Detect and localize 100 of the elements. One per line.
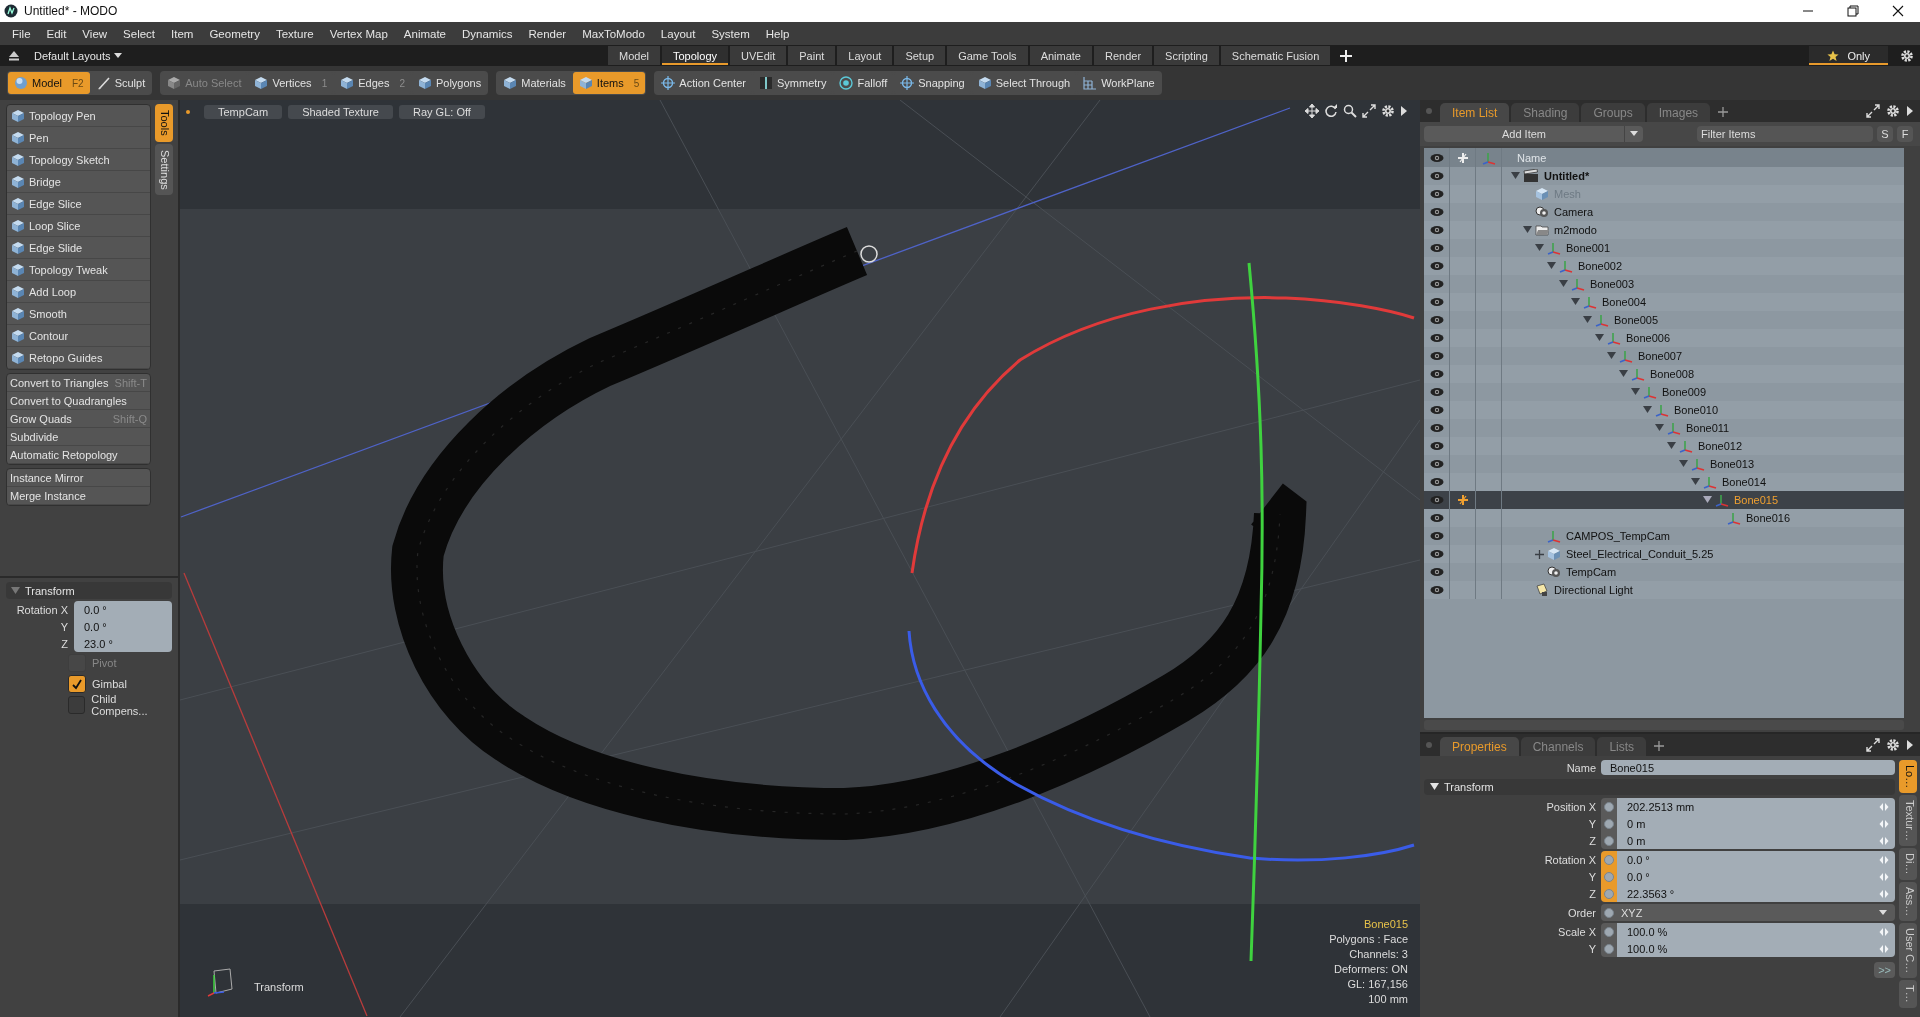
tree-row[interactable]: m2modo: [1424, 221, 1904, 239]
expand-plus-icon[interactable]: [1534, 549, 1544, 559]
tool-item[interactable]: Topology Pen: [7, 105, 150, 127]
layout-tab[interactable]: Setup: [894, 46, 946, 65]
value-field[interactable]: 100.0 %: [1617, 940, 1895, 957]
tool-item[interactable]: Retopo Guides: [7, 347, 150, 369]
tool-item[interactable]: Add Loop: [7, 281, 150, 303]
viewport-option-button[interactable]: Ray GL: Off: [399, 105, 485, 119]
keyframe-toggle[interactable]: [1601, 798, 1617, 815]
panel-menu-dot[interactable]: [1426, 108, 1432, 114]
eye-icon[interactable]: [1429, 351, 1444, 361]
keyframe-toggle[interactable]: [1601, 940, 1617, 957]
layout-dropdown[interactable]: Default Layouts: [34, 49, 123, 62]
eye-icon[interactable]: [1429, 549, 1444, 559]
layout-tab[interactable]: Scripting: [1154, 46, 1219, 65]
eye-icon[interactable]: [1429, 495, 1444, 505]
keyframe-toggle[interactable]: [1601, 904, 1617, 921]
rotation-field[interactable]: 0.0 °: [74, 618, 172, 635]
add-item-button[interactable]: Add Item: [1424, 126, 1624, 142]
tree-row[interactable]: Bone016: [1424, 509, 1904, 527]
eye-icon[interactable]: [1429, 477, 1444, 487]
tree-row[interactable]: Bone002: [1424, 257, 1904, 275]
rotation-gizmo-drawing[interactable]: [907, 262, 1415, 962]
side-tab[interactable]: Tools: [155, 104, 173, 142]
menu-item[interactable]: View: [74, 27, 116, 40]
expand-arrow-icon[interactable]: [1906, 739, 1914, 751]
menu-item[interactable]: MaxToModo: [574, 27, 653, 40]
keyframe-toggle[interactable]: [1601, 885, 1617, 902]
tool-item[interactable]: Smooth: [7, 303, 150, 325]
tool-item[interactable]: Pen: [7, 127, 150, 149]
keyframe-toggle[interactable]: [1601, 851, 1617, 868]
collapse-triangle-icon[interactable]: [1430, 783, 1439, 791]
menu-item[interactable]: Render: [520, 27, 575, 40]
eye-icon[interactable]: [1429, 279, 1444, 289]
rotate-icon[interactable]: [1324, 104, 1338, 118]
only-button[interactable]: Only: [1809, 46, 1888, 65]
tree-row[interactable]: Directional Light: [1424, 581, 1904, 599]
tool-item[interactable]: Merge Instance: [7, 487, 150, 505]
maximize-icon[interactable]: [1362, 104, 1376, 118]
tree-row[interactable]: Bone004: [1424, 293, 1904, 311]
value-field[interactable]: 202.2513 mm: [1617, 798, 1895, 815]
side-tab[interactable]: Textur…: [1899, 795, 1917, 847]
tree-row[interactable]: Bone015: [1424, 491, 1904, 509]
tree-row[interactable]: Bone010: [1424, 401, 1904, 419]
collapse-triangle-icon[interactable]: [1642, 406, 1652, 414]
eye-icon[interactable]: [1429, 531, 1444, 541]
collapse-triangle-icon[interactable]: [1570, 298, 1580, 306]
value-field[interactable]: 0 m: [1617, 815, 1895, 832]
tree-row[interactable]: Steel_Electrical_Conduit_5.25: [1424, 545, 1904, 563]
layout-tab[interactable]: Schematic Fusion: [1220, 46, 1331, 65]
eye-icon[interactable]: [1429, 297, 1444, 307]
layout-tab[interactable]: Layout: [837, 46, 893, 65]
tool-item[interactable]: Topology Sketch: [7, 149, 150, 171]
value-field[interactable]: 0.0 °: [1617, 851, 1895, 868]
layout-tab[interactable]: Topology: [661, 46, 728, 65]
panel-tab[interactable]: Properties: [1440, 737, 1519, 756]
eye-icon[interactable]: [1429, 369, 1444, 379]
menu-item[interactable]: Geometry: [201, 27, 268, 40]
viewport-option-button[interactable]: Shaded Texture: [288, 105, 393, 119]
filter-option-button[interactable]: S: [1877, 126, 1893, 142]
maximize-icon[interactable]: [1866, 738, 1880, 752]
name-field[interactable]: Bone015: [1601, 760, 1895, 775]
eye-icon[interactable]: [1429, 207, 1444, 217]
settings-icon[interactable]: [1886, 738, 1900, 752]
collapse-triangle-icon[interactable]: [1594, 334, 1604, 342]
collapse-triangle-icon[interactable]: [1546, 262, 1556, 270]
eye-icon[interactable]: [1429, 405, 1444, 415]
side-tab[interactable]: Settings: [155, 143, 173, 196]
toolbar-button[interactable]: Items 5: [572, 72, 646, 94]
menu-item[interactable]: Vertex Map: [321, 27, 396, 40]
tool-item[interactable]: Edge Slice: [7, 193, 150, 215]
menu-item[interactable]: Dynamics: [454, 27, 521, 40]
search-icon[interactable]: [1343, 104, 1357, 118]
eye-icon[interactable]: [1429, 225, 1444, 235]
tree-row[interactable]: Bone008: [1424, 365, 1904, 383]
value-field[interactable]: 0.0 °: [1617, 868, 1895, 885]
restore-icon[interactable]: [1846, 5, 1859, 17]
add-item-dropdown[interactable]: [1624, 126, 1643, 142]
layout-tab[interactable]: Paint: [788, 46, 836, 65]
rotation-field[interactable]: 23.0 °: [74, 635, 172, 652]
toolbar-button[interactable]: Model F2: [8, 72, 90, 94]
collapse-triangle-icon[interactable]: [1690, 478, 1700, 486]
menu-item[interactable]: Edit: [38, 27, 75, 40]
side-tab[interactable]: Ass…: [1899, 881, 1917, 921]
collapse-triangle-icon[interactable]: [1618, 370, 1628, 378]
eye-icon[interactable]: [1429, 585, 1444, 595]
keyframe-toggle[interactable]: [1601, 832, 1617, 849]
eye-icon[interactable]: [1429, 459, 1444, 469]
menu-item[interactable]: Texture: [267, 27, 322, 40]
menu-item[interactable]: File: [4, 27, 39, 40]
eye-icon[interactable]: [1429, 333, 1444, 343]
menu-item[interactable]: Layout: [652, 27, 704, 40]
tool-item[interactable]: Automatic Retopology: [7, 446, 150, 464]
panel-menu-dot[interactable]: [1426, 742, 1432, 748]
eye-icon[interactable]: [1429, 171, 1444, 181]
keyframe-toggle[interactable]: [1601, 923, 1617, 940]
side-tab[interactable]: T…: [1899, 980, 1917, 1008]
panel-tab[interactable]: Item List: [1440, 103, 1510, 122]
collapse-triangle-icon[interactable]: [1522, 226, 1532, 234]
filter-field[interactable]: Filter Items: [1697, 126, 1873, 142]
